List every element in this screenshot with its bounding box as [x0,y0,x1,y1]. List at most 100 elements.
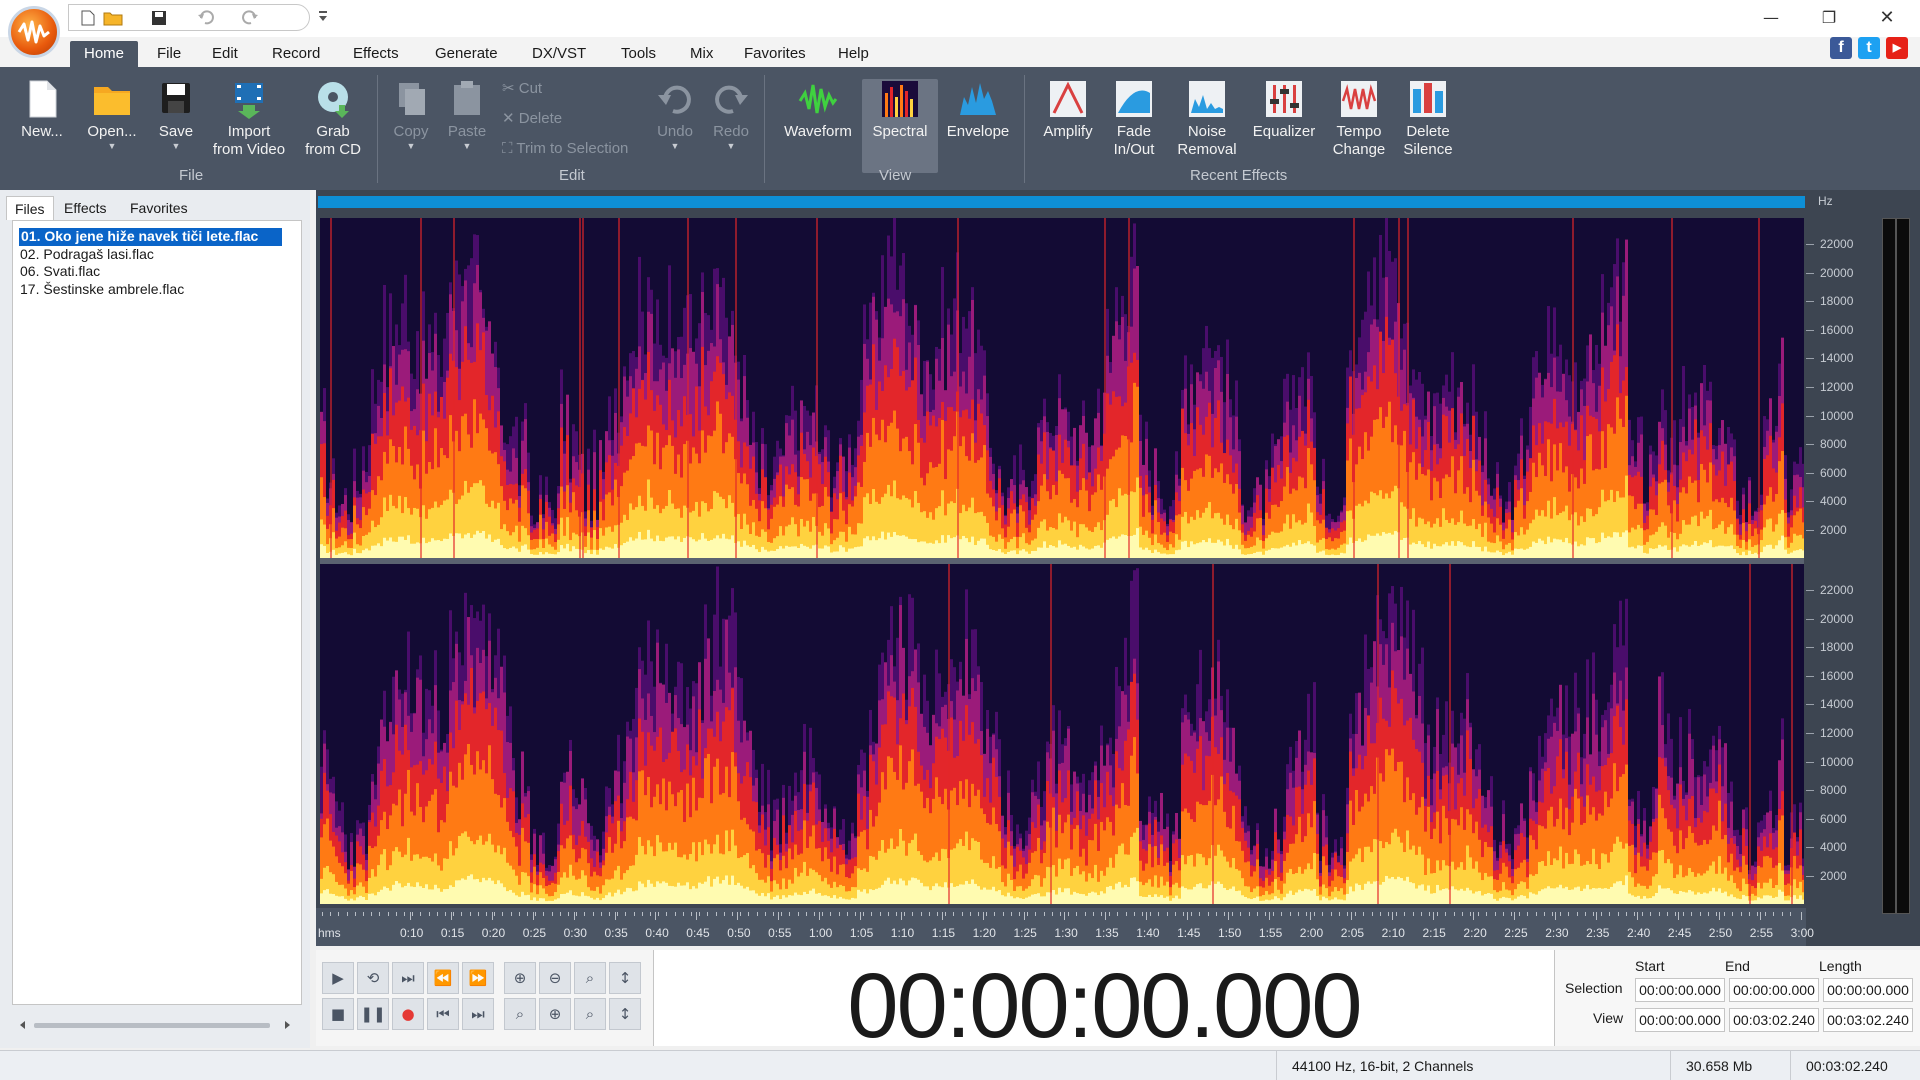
tab-favorites-panel[interactable]: Favorites [122,196,196,220]
list-item[interactable]: 06. Svati.flac [13,263,301,281]
spectrogram-column [749,546,752,558]
spectrogram-column [1190,889,1193,904]
open-button[interactable]: Open... ▼ [84,79,140,151]
tab-mix[interactable]: Mix [690,41,713,67]
paste-button[interactable]: Paste ▼ [444,79,490,151]
spectrogram-column [926,543,929,558]
spectrogram-column [1067,888,1070,904]
spectrogram-column [1448,545,1451,558]
dropdown-arrow-icon[interactable]: ▼ [444,141,490,151]
app-logo[interactable] [8,6,60,58]
trim-to-selection-button[interactable]: ⛶ Trim to Selection [502,137,628,161]
trim-icon: ⛶ [502,140,517,157]
save-button[interactable]: Save ▼ [154,79,198,151]
spectral-button[interactable]: Spectral [862,79,938,173]
new-button[interactable]: New... [16,79,68,141]
spectrogram-column [851,897,854,904]
equalizer-button[interactable]: Equalizer [1250,79,1318,141]
spectrogram-transient [957,218,959,558]
tab-effects-panel[interactable]: Effects [56,196,115,220]
dropdown-arrow-icon[interactable]: ▼ [388,141,434,151]
spectrogram-column [473,534,476,558]
close-button[interactable]: ✕ [1872,6,1902,30]
scroll-right-icon[interactable] [285,1021,290,1029]
spectrogram-column [509,547,512,558]
tab-help[interactable]: Help [838,41,869,67]
scroll-left-icon[interactable] [20,1021,25,1029]
noise-removal-button[interactable]: Noise Removal [1172,79,1242,159]
tab-home[interactable]: Home [70,41,139,67]
list-item[interactable]: 02. Podragaš lasi.flac [13,246,301,264]
spectrogram-column [416,542,419,558]
open-folder-icon[interactable] [103,10,123,26]
spectrogram-column [788,546,791,558]
amplify-button[interactable]: Amplify [1040,79,1096,141]
dropdown-arrow-icon[interactable]: ▼ [708,141,754,151]
spectrogram-column [1724,546,1727,558]
spectrogram-column [1658,544,1661,558]
tab-effects[interactable]: Effects [353,41,399,67]
spectrogram-column [575,548,578,558]
tab-record[interactable]: Record [272,41,320,67]
copy-button[interactable]: Copy ▼ [388,79,434,151]
spectrogram-column [1685,545,1688,558]
overview-bar[interactable] [318,196,1805,208]
spectrogram-column [1781,535,1784,558]
facebook-icon[interactable]: f [1830,37,1852,59]
tab-file[interactable]: File [157,41,181,67]
redo-button[interactable]: Redo ▼ [708,79,754,151]
tab-files[interactable]: Files [6,196,54,220]
spectrogram-column [1454,545,1457,558]
tab-tools[interactable]: Tools [621,41,656,67]
spectrogram-column [905,885,908,904]
dropdown-arrow-icon[interactable]: ▼ [84,141,140,151]
spectrogram-column [1124,884,1127,904]
spectrogram-column [650,538,653,558]
spectrogram-column [1457,541,1460,558]
list-item[interactable]: 01. Oko jene hiže navek tiči lete.flac [19,228,282,246]
tab-edit[interactable]: Edit [212,41,238,67]
minimize-button[interactable]: — [1756,6,1786,30]
dropdown-arrow-icon[interactable]: ▼ [154,141,198,151]
new-icon[interactable] [81,10,95,26]
spectrogram-left-channel[interactable] [320,218,1804,558]
spectrogram-column [404,539,407,558]
scroll-thumb[interactable] [34,1023,270,1028]
grab-from-cd-button[interactable]: Grab from CD [300,79,366,159]
spectrogram-column [857,889,860,904]
spectrogram-column [797,894,800,904]
redo-icon[interactable] [241,10,259,26]
tempo-change-button[interactable]: Tempo Change [1326,79,1392,159]
spectrogram-column [1466,546,1469,558]
youtube-icon[interactable]: ▶ [1886,37,1908,59]
tab-generate[interactable]: Generate [435,41,498,67]
spectrogram-column [869,540,872,558]
tab-dx-vst[interactable]: DX/VST [532,41,586,67]
import-from-video-button[interactable]: Import from Video [208,79,290,159]
waveform-button[interactable]: Waveform [780,79,856,173]
dropdown-arrow-icon[interactable]: ▼ [652,141,698,151]
delete-button[interactable]: ✕ Delete [502,107,562,131]
undo-button[interactable]: Undo ▼ [652,79,698,151]
spectrogram-transient [1407,218,1409,558]
tab-favorites[interactable]: Favorites [744,41,806,67]
spectrogram-column [1472,541,1475,558]
list-item[interactable]: 17. Šestinske ambrele.flac [13,281,301,299]
horizontal-scrollbar[interactable] [18,1018,292,1032]
undo-icon[interactable] [197,10,215,26]
spectrogram-column [689,537,692,558]
envelope-button[interactable]: Envelope [944,79,1012,141]
fade-label-2: In/Out [1113,141,1155,158]
spectrogram-column [788,895,791,904]
spectrogram-column [398,883,401,904]
save-icon[interactable] [151,10,167,26]
customize-icon[interactable] [318,10,328,22]
maximize-button[interactable]: ❐ [1814,6,1844,30]
cut-button[interactable]: ✂ Cut [502,77,542,101]
spectrogram-column [926,886,929,904]
spectrogram-column [1619,536,1622,558]
twitter-icon[interactable]: t [1858,37,1880,59]
fade-in-out-button[interactable]: Fade In/Out [1106,79,1162,159]
delete-silence-button[interactable]: Delete Silence [1398,79,1458,159]
spectrogram-right-channel[interactable] [320,564,1804,904]
